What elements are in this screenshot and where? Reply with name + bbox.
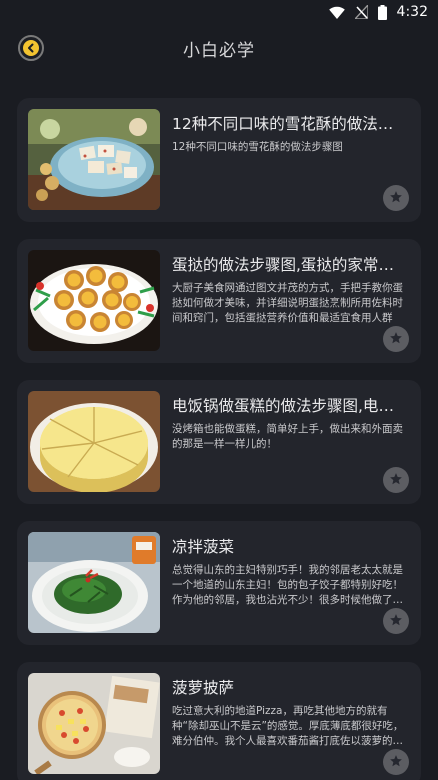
favorite-button[interactable] (383, 749, 409, 775)
recipe-card[interactable]: 菠萝披萨 吃过意大利的地道Pizza，再吃其他地方的就有种“除却巫山不是云”的感… (17, 662, 421, 780)
recipe-card[interactable]: 蛋挞的做法步骤图,蛋挞的家常做法 大厨子美食网通过图文并茂的方式，手把手教你蛋挞… (17, 239, 421, 363)
favorite-button[interactable] (383, 467, 409, 493)
star-icon (389, 753, 403, 772)
star-icon (389, 471, 403, 490)
favorite-button[interactable] (383, 326, 409, 352)
recipe-description: 12种不同口味的雪花酥的做法步骤图 (172, 141, 343, 153)
recipe-list: 12种不同口味的雪花酥的做法步骤图 12种不同口味的雪花酥的做法步骤图 蛋挞的做… (17, 98, 421, 780)
battery-icon (377, 4, 387, 20)
recipe-description: 大厨子美食网通过图文并茂的方式，手把手教你蛋挞如何做才美味，并详细说明蛋挞烹制所… (172, 282, 403, 324)
recipe-description: 吃过意大利的地道Pizza，再吃其他地方的就有种“除却巫山不是云”的感觉。厚底薄… (172, 705, 404, 747)
snowflake-crisp-photo (28, 109, 160, 210)
page-title: 小白必学 (183, 41, 255, 61)
recipe-title: 凉拌菠菜 (172, 538, 235, 556)
star-icon (389, 612, 403, 631)
egg-tarts-photo (28, 250, 160, 351)
recipe-card[interactable]: 电饭锅做蛋糕的做法步骤图,电饭锅做蛋糕 没烤箱也能做蛋糕，简单好上手，做出来和外… (17, 380, 421, 504)
recipe-title: 电饭锅做蛋糕的做法步骤图,电饭锅做蛋糕 (172, 397, 408, 415)
recipe-card[interactable]: 12种不同口味的雪花酥的做法步骤图 12种不同口味的雪花酥的做法步骤图 (17, 98, 421, 222)
status-time: 4:32 (396, 4, 428, 20)
header: 小白必学 (0, 24, 438, 70)
recipe-title: 蛋挞的做法步骤图,蛋挞的家常做法 (172, 256, 408, 274)
star-icon (389, 189, 403, 208)
recipe-title: 12种不同口味的雪花酥的做法步骤图 (172, 115, 408, 133)
recipe-description: 没烤箱也能做蛋糕，简单好上手，做出来和外面卖的那是一样一样儿的！ (172, 423, 403, 450)
recipe-card[interactable]: 凉拌菠菜 总觉得山东的主妇特别巧手！我的邻居老太太就是一个地道的山东主妇！包的包… (17, 521, 421, 645)
recipe-title: 菠萝披萨 (172, 679, 235, 697)
status-bar: 4:32 (0, 0, 438, 24)
spinach-salad-photo (28, 532, 160, 633)
favorite-button[interactable] (383, 185, 409, 211)
star-icon (389, 330, 403, 349)
rice-cooker-cake-photo (28, 391, 160, 492)
recipe-description: 总觉得山东的主妇特别巧手！我的邻居老太太就是一个地道的山东主妇！包的包子饺子都特… (172, 564, 403, 606)
wifi-icon (328, 6, 345, 19)
no-signal-icon (354, 5, 368, 19)
favorite-button[interactable] (383, 608, 409, 634)
pineapple-pizza-photo (28, 673, 160, 774)
